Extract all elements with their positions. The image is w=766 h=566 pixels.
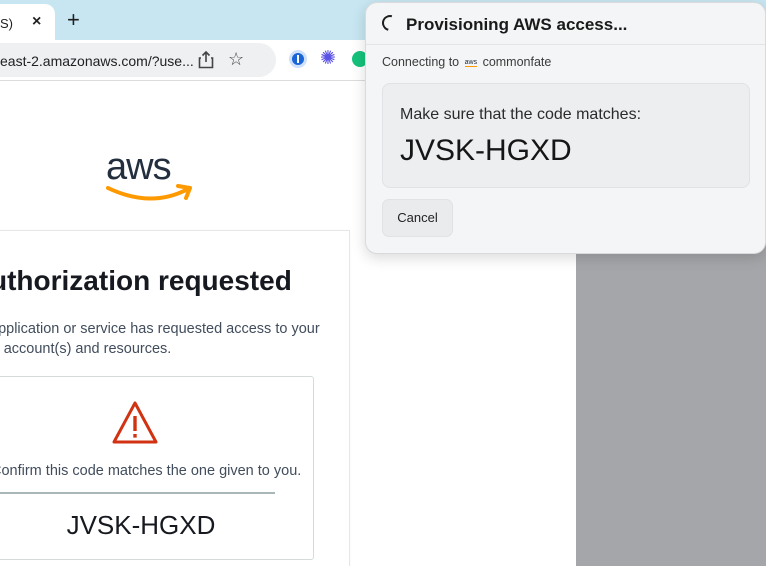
code-match-label: Make sure that the code matches:	[400, 106, 642, 123]
provisioning-popup: Provisioning AWS access... Connecting to…	[365, 2, 766, 254]
bookmark-star-icon[interactable]: ☆	[228, 49, 244, 70]
puzzle-extension-icon[interactable]: ✺	[320, 47, 336, 70]
warning-icon	[112, 401, 158, 444]
aws-mini-logo-icon: aws	[464, 58, 478, 67]
url-text[interactable]: east-2.amazonaws.com/?use...	[0, 53, 210, 69]
aws-logo: aws	[106, 146, 196, 206]
confirm-code-text: Confirm this code matches the one given …	[0, 463, 302, 479]
aws-device-code: JVSK-HGXD	[66, 510, 216, 540]
connecting-prefix: Connecting to	[382, 55, 460, 69]
share-icon[interactable]	[198, 50, 214, 74]
new-tab-button[interactable]: +	[67, 7, 80, 33]
code-confirmation-box: Confirm this code matches the one given …	[0, 376, 314, 560]
cancel-button[interactable]: Cancel	[382, 199, 453, 237]
page-title: uthorization requested	[0, 265, 292, 296]
onepassword-icon[interactable]	[289, 50, 307, 68]
address-bar[interactable]: east-2.amazonaws.com/?use... ☆	[0, 43, 276, 77]
aws-smile-icon	[106, 184, 192, 201]
connecting-target: commonfate	[482, 55, 552, 69]
tab-title: S)	[0, 16, 13, 31]
code-match-box: Make sure that the code matches: JVSK-HG…	[382, 83, 750, 188]
code-divider	[0, 492, 275, 494]
popup-header: Provisioning AWS access...	[366, 3, 765, 45]
popup-title: Provisioning AWS access...	[406, 15, 628, 34]
authorization-card: uthorization requested application or se…	[0, 230, 350, 566]
popup-device-code: JVSK-HGXD	[400, 134, 572, 167]
tab-close-icon[interactable]: ×	[32, 13, 41, 31]
authorization-description: application or service has requested acc…	[0, 321, 320, 357]
loading-spinner-icon	[379, 12, 401, 34]
connecting-status: Connecting to aws commonfate	[382, 55, 551, 69]
browser-tab[interactable]: S) ×	[0, 4, 55, 40]
